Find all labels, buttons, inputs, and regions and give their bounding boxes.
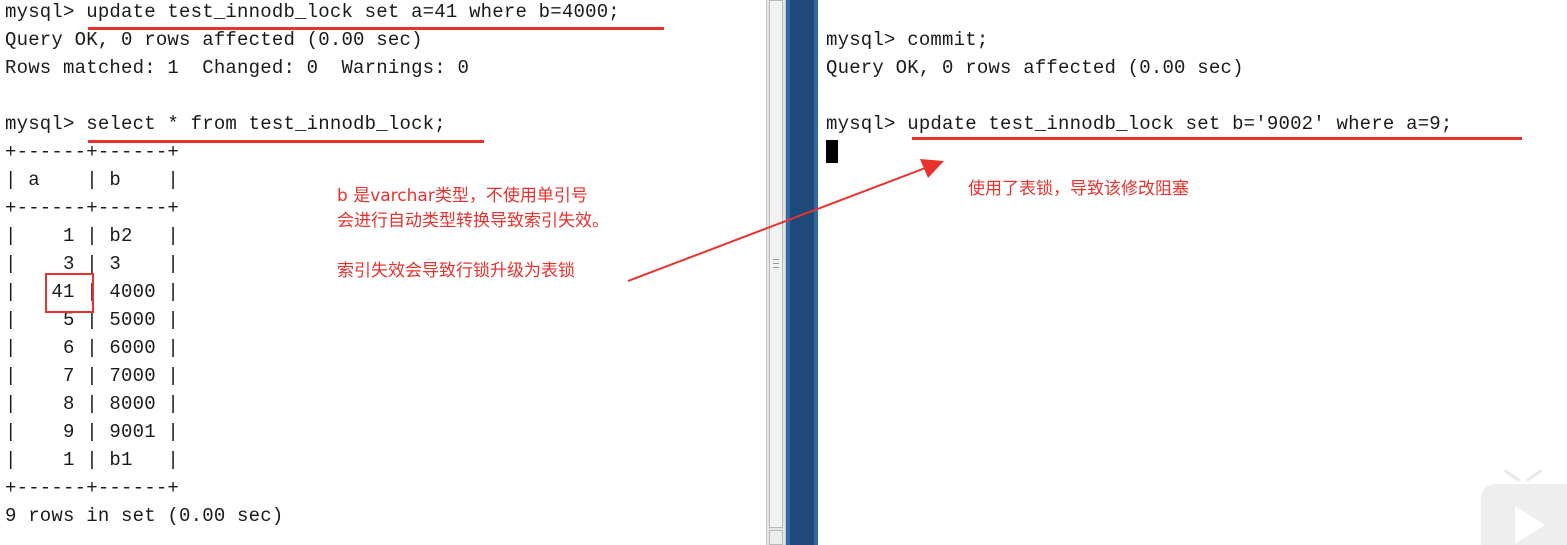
left-pane-scrollbar[interactable]: [766, 0, 786, 545]
terminal-line: mysql> update test_innodb_lock set b='90…: [826, 113, 1453, 135]
annotation-varchar-line1: b 是varchar类型，不使用单引号: [337, 186, 588, 206]
terminal-line: mysql> commit;: [826, 29, 989, 51]
annotation-blocked: 使用了表锁，导致该修改阻塞: [968, 179, 1189, 199]
terminal-line: +------+------+: [5, 477, 180, 499]
terminal-line: | 9 | 9001 |: [5, 421, 180, 443]
terminal-line: | 7 | 7000 |: [5, 365, 180, 387]
annotation-row-to-table-lock: 索引失效会导致行锁升级为表锁: [337, 261, 575, 281]
highlight-box-41: [45, 273, 94, 313]
play-triangle: [1515, 506, 1545, 544]
grip-line: [773, 259, 779, 260]
terminal-line: | 8 | 8000 |: [5, 393, 180, 415]
divider-edge: [786, 0, 790, 545]
underline-update-statement: [88, 27, 664, 30]
scroll-down-button[interactable]: [769, 530, 783, 545]
terminal-line: Query OK, 0 rows affected (0.00 sec): [826, 57, 1244, 79]
terminal-line: Rows matched: 1 Changed: 0 Warnings: 0: [5, 57, 470, 79]
pane-divider: [786, 0, 818, 545]
terminal-line: | 1 | b1 |: [5, 449, 180, 471]
underline-blocked-update: [912, 137, 1522, 140]
grip-line: [773, 263, 779, 264]
terminal-line: +------+------+: [5, 197, 180, 219]
terminal-line: 9 rows in set (0.00 sec): [5, 505, 284, 527]
play-icon[interactable]: [1481, 469, 1567, 545]
terminal-line: | a | b |: [5, 169, 180, 191]
terminal-line: mysql> select * from test_innodb_lock;: [5, 113, 446, 135]
annotation-varchar-line2: 会进行自动类型转换导致索引失效。: [337, 211, 609, 231]
terminal-line: mysql> update test_innodb_lock set a=41 …: [5, 1, 620, 23]
scrollbar-thumb[interactable]: [769, 0, 783, 528]
grip-line: [773, 267, 779, 268]
right-terminal-pane[interactable]: mysql> commit; Query OK, 0 rows affected…: [818, 0, 1567, 545]
underline-select-statement: [88, 140, 484, 143]
terminal-line: | 6 | 6000 |: [5, 337, 180, 359]
terminal-line: Query OK, 0 rows affected (0.00 sec): [5, 29, 423, 51]
terminal-cursor: [826, 140, 838, 163]
terminal-line: | 1 | b2 |: [5, 225, 180, 247]
